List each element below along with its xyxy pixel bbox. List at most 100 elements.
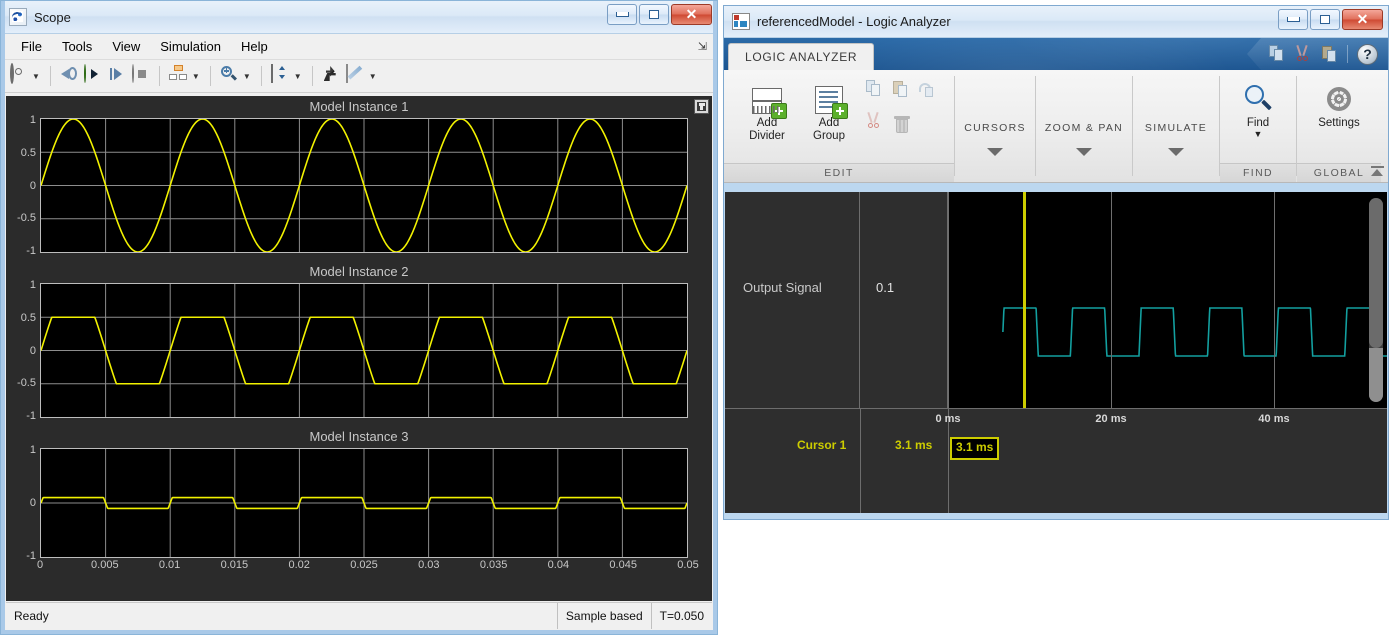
status-time: T=0.050 (651, 603, 712, 629)
ribbon-group-edit: Add Divider Add Group (724, 70, 954, 182)
subplot-2-title: Model Instance 2 (6, 261, 712, 283)
ribbon-group-edit-label: EDIT (724, 163, 954, 182)
minimize-button[interactable] (1278, 9, 1308, 30)
logic-analyzer-window-title: referencedModel - Logic Analyzer (757, 14, 951, 29)
cut-icon[interactable] (1295, 45, 1312, 63)
zoom-pan-label: ZOOM & PAN (1045, 122, 1123, 134)
add-divider-icon (752, 80, 782, 114)
step-forward-icon[interactable] (106, 65, 128, 87)
settings-button[interactable]: Settings (1299, 76, 1379, 130)
zoom-dropdown-icon[interactable]: ▼ (243, 72, 251, 81)
subplot-2-ytick--0.5: -0.5 (17, 377, 36, 389)
scale-axes-icon[interactable] (269, 65, 291, 87)
output-signal-waveform (948, 192, 1387, 408)
paste-icon[interactable] (1321, 45, 1338, 63)
menu-tools[interactable]: Tools (52, 36, 102, 57)
vertical-scrollbar[interactable] (1369, 198, 1383, 402)
subplot-3-plot[interactable]: 1 0 -1 (40, 448, 688, 558)
subplot-2-plot[interactable]: 1 0.5 0 -0.5 -1 (40, 283, 688, 418)
cursor-1-line[interactable] (1023, 192, 1026, 408)
zoom-in-icon[interactable] (218, 65, 240, 87)
find-dropdown-icon[interactable]: ▼ (1254, 130, 1263, 139)
stop-icon[interactable] (130, 65, 152, 87)
signal-name-column: Output Signal (725, 192, 860, 408)
maximize-button[interactable] (639, 4, 669, 25)
copy-icon[interactable] (866, 80, 888, 102)
quick-access-toolbar: ? (1247, 38, 1388, 70)
simulate-dropdown-icon[interactable] (1168, 148, 1184, 156)
lock-axes-icon[interactable] (320, 65, 342, 87)
signal-plot-column[interactable] (948, 192, 1387, 408)
cursors-label: CURSORS (964, 122, 1026, 134)
time-tick-20ms: 20 ms (1095, 413, 1126, 425)
close-button[interactable]: ✕ (1342, 9, 1383, 30)
xtick-0.015: 0.015 (221, 559, 249, 571)
add-group-label-line2: Group (813, 130, 845, 143)
add-group-button[interactable]: Add Group (798, 76, 860, 143)
subplot-3-ytick--1: -1 (26, 550, 36, 562)
signal-name[interactable]: Output Signal (743, 280, 822, 295)
menu-simulation[interactable]: Simulation (150, 36, 231, 57)
time-tick-0ms: 0 ms (935, 413, 960, 425)
ribbon-group-find: Find ▼ FIND (1220, 70, 1296, 182)
menu-file[interactable]: File (11, 36, 52, 57)
scale-axes-dropdown-icon[interactable]: ▼ (294, 72, 302, 81)
maximize-button[interactable] (1310, 9, 1340, 30)
quick-access-separator (1347, 45, 1348, 63)
undo-icon[interactable] (918, 80, 940, 102)
add-divider-button[interactable]: Add Divider (736, 76, 798, 143)
find-button[interactable]: Find ▼ (1223, 76, 1293, 139)
time-axis: 0 ms 20 ms 40 ms (725, 408, 1387, 435)
empty-channel-area (725, 460, 1387, 513)
tab-logic-analyzer[interactable]: LOGIC ANALYZER (728, 43, 874, 70)
subplot-3-x-axis: 0 0.005 0.01 0.015 0.02 0.025 0.03 0.035… (40, 558, 688, 576)
ribbon-group-cursors[interactable]: CURSORS (955, 70, 1035, 182)
scope-window-controls: ✕ (607, 4, 712, 25)
menu-view[interactable]: View (102, 36, 150, 57)
collapse-ribbon-icon[interactable] (1368, 163, 1386, 181)
logic-analyzer-titlebar[interactable]: referencedModel - Logic Analyzer ✕ (724, 6, 1388, 38)
subplot-2-ytick-0.5: 0.5 (21, 312, 36, 324)
ribbon-group-simulate[interactable]: SIMULATE (1133, 70, 1219, 182)
xtick-0.04: 0.04 (548, 559, 569, 571)
subplot-1-plot[interactable]: 1 0.5 0 -0.5 -1 (40, 118, 688, 253)
menu-help[interactable]: Help (231, 36, 278, 57)
cursors-dropdown-icon[interactable] (987, 148, 1003, 156)
ribbon-group-zoom-pan[interactable]: ZOOM & PAN (1036, 70, 1132, 182)
rewind-icon[interactable] (58, 65, 80, 87)
help-icon[interactable]: ? (1357, 44, 1378, 65)
logic-analyzer-window: referencedModel - Logic Analyzer ✕ LOGIC… (723, 5, 1389, 520)
subplot-1-ytick--0.5: -0.5 (17, 212, 36, 224)
layout-dropdown-icon[interactable]: ▼ (192, 72, 200, 81)
xtick-0: 0 (37, 559, 43, 571)
measurements-icon[interactable] (344, 65, 366, 87)
minimize-button[interactable] (607, 4, 637, 25)
subplot-model-instance-3: Model Instance 3 1 0 -1 (6, 426, 712, 576)
signal-value: 0.1 (876, 280, 894, 295)
config-dropdown-icon[interactable]: ▼ (32, 72, 40, 81)
xtick-0.025: 0.025 (350, 559, 378, 571)
toolbar-separator (312, 66, 313, 86)
xtick-0.02: 0.02 (288, 559, 309, 571)
cut-icon[interactable] (866, 112, 888, 134)
subplot-3-ytick-1: 1 (30, 444, 36, 456)
scope-toolbar: ▼ ▼ ▼ ▼ ▼ (1, 60, 717, 93)
measurements-dropdown-icon[interactable]: ▼ (369, 72, 377, 81)
toolbar-separator (210, 66, 211, 86)
scope-titlebar[interactable]: Scope ✕ (1, 1, 717, 34)
run-icon[interactable] (82, 65, 104, 87)
ribbon-group-find-label: FIND (1220, 163, 1296, 182)
delete-icon[interactable] (892, 112, 912, 134)
scope-menubar: File Tools View Simulation Help ⇲ (1, 34, 717, 60)
menubar-overflow-icon[interactable]: ⇲ (698, 40, 707, 53)
cursor-1-time-box[interactable]: 3.1 ms (950, 437, 999, 460)
scope-statusbar: Ready Sample based T=0.050 (6, 602, 712, 629)
copy-icon[interactable] (1269, 45, 1286, 63)
layout-icon[interactable] (167, 65, 189, 87)
zoom-pan-dropdown-icon[interactable] (1076, 148, 1092, 156)
matlab-logo-icon (9, 8, 27, 26)
cursor-row: Cursor 1 3.1 ms 3.1 ms (725, 434, 1387, 460)
paste-icon[interactable] (892, 80, 914, 102)
close-button[interactable]: ✕ (671, 4, 712, 25)
config-gear-icon[interactable] (7, 65, 29, 87)
